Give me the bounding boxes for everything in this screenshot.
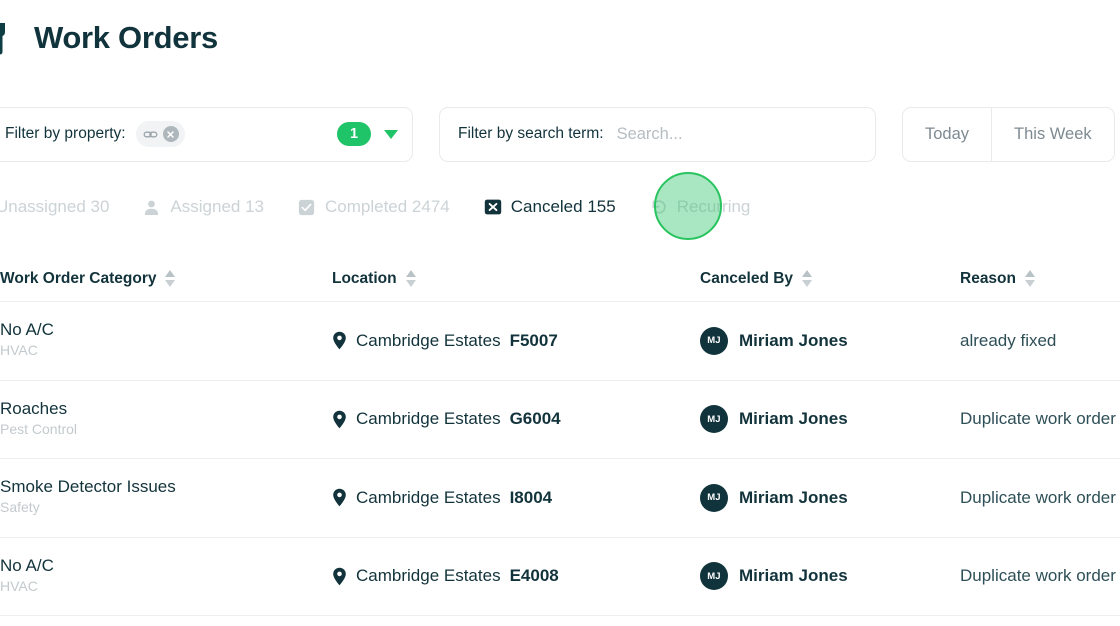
location-unit: I8004 [509,487,553,507]
map-pin-icon [332,331,347,350]
column-header-label: Work Order Category [0,269,157,287]
column-header-reason[interactable]: Reason [960,270,1120,288]
tab-assigned[interactable]: Assigned 13 [143,197,264,217]
map-pin-icon [332,567,347,586]
category-title: Roaches [0,398,68,418]
work-orders-table: Work Order Category Location Canceled By… [0,256,1120,616]
filter-bar: Filter by property: 1 Filter by search t… [0,106,1120,162]
canceled-by-name: Miriam Jones [739,409,848,429]
link-icon [143,127,158,142]
search-filter-label: Filter by search term: [458,125,604,142]
cell-canceled-by: MJ Miriam Jones [680,562,960,591]
sort-arrows-icon[interactable] [802,270,813,287]
column-header-label: Canceled By [700,269,794,287]
cell-canceled-by: MJ Miriam Jones [680,405,960,434]
cell-location: Cambridge Estates I8004 [316,488,680,508]
checkbox-checked-icon [298,198,317,217]
reason-text: Duplicate work order [960,409,1116,429]
cell-work-order-category: Smoke Detector Issues Safety [0,477,316,518]
avatar: MJ [700,405,728,434]
rotate-ccw-icon [650,198,669,217]
cell-location: Cambridge Estates E4008 [316,566,680,586]
avatar: MJ [700,483,728,512]
tab-unassigned-label: Unassigned 30 [0,197,110,216]
location-unit: G6004 [509,409,561,429]
x-square-icon [484,198,503,217]
tab-canceled-label: Canceled 155 [510,197,616,216]
category-subtitle: Pest Control [0,420,78,437]
sort-arrows-icon[interactable] [405,270,416,287]
category-title: Smoke Detector Issues [0,477,176,497]
column-header-label: Reason [960,269,1016,287]
tab-completed[interactable]: Completed 2474 [298,197,450,217]
cell-canceled-by: MJ Miriam Jones [680,326,960,355]
location-name: Cambridge Estates [356,409,501,429]
location-unit: E4008 [509,566,559,586]
table-row[interactable]: No A/C HVAC Cambridge Estates E4008 MJ M… [0,538,1120,616]
canceled-by-name: Miriam Jones [739,487,848,507]
work-orders-page: Work Orders Filter by property: 1 Filter… [0,0,1120,626]
cell-location: Cambridge Estates F5007 [316,331,680,351]
cell-work-order-category: No A/C HVAC [0,320,316,361]
column-header-label: Location [332,269,397,287]
category-subtitle: Safety [0,499,40,516]
map-pin-icon [332,410,347,429]
wrench-icon [0,21,22,55]
cell-canceled-by: MJ Miriam Jones [680,483,960,512]
column-header-location[interactable]: Location [316,270,680,288]
tab-unassigned[interactable]: Unassigned 30 [0,197,109,217]
column-header-work-order-category[interactable]: Work Order Category [0,270,316,288]
category-title: No A/C [0,555,54,575]
search-input[interactable] [616,107,857,161]
table-header-row: Work Order Category Location Canceled By… [0,256,1120,302]
today-button[interactable]: Today [903,108,991,161]
property-filter-chip[interactable] [135,121,185,147]
category-subtitle: HVAC [0,577,38,594]
search-filter[interactable]: Filter by search term: [439,106,876,162]
tab-recurring-label: Recurring [676,197,751,216]
sort-arrows-icon[interactable] [1025,270,1035,287]
cell-reason: Duplicate work order [960,409,1120,429]
this-week-button[interactable]: This Week [991,107,1114,161]
cell-reason: Duplicate work order [960,566,1120,586]
avatar: MJ [700,326,728,355]
cell-reason: Duplicate work order [960,488,1120,508]
column-header-canceled-by[interactable]: Canceled By [680,270,960,288]
tab-recurring[interactable]: Recurring [650,197,751,217]
cell-work-order-category: Roaches Pest Control [0,399,316,440]
location-name: Cambridge Estates [356,566,501,586]
tab-completed-label: Completed 2474 [325,197,450,216]
table-row[interactable]: Roaches Pest Control Cambridge Estates G6… [0,381,1120,459]
status-tabs: Unassigned 30 Assigned 13 Completed 2474 [0,188,750,226]
location-name: Cambridge Estates [356,487,501,507]
property-filter-count-badge: 1 [337,122,371,146]
location-unit: F5007 [509,330,558,350]
reason-text: already fixed [960,330,1057,350]
chip-remove-icon[interactable] [162,126,179,142]
category-subtitle: HVAC [0,342,38,359]
table-row[interactable]: Smoke Detector Issues Safety Cambridge E… [0,459,1120,538]
property-filter-label: Filter by property: [5,125,126,142]
location-name: Cambridge Estates [356,330,501,350]
date-range-button-group: Today This Week [902,106,1115,162]
sort-arrows-icon[interactable] [165,270,176,287]
cell-location: Cambridge Estates G6004 [316,409,680,429]
table-row[interactable]: No A/C HVAC Cambridge Estates F5007 MJ M… [0,302,1120,381]
tab-canceled[interactable]: Canceled 155 [484,197,616,217]
category-title: No A/C [0,320,54,340]
person-icon [143,198,162,217]
reason-text: Duplicate work order [960,487,1116,507]
tab-assigned-label: Assigned 13 [170,197,264,216]
canceled-by-name: Miriam Jones [739,566,848,586]
page-title: Work Orders [34,20,218,55]
reason-text: Duplicate work order [960,566,1116,586]
cell-work-order-category: No A/C HVAC [0,556,316,597]
property-filter[interactable]: Filter by property: 1 [0,106,413,162]
chevron-down-icon[interactable] [384,129,398,139]
cell-reason: already fixed [960,331,1120,351]
map-pin-icon [332,488,347,507]
canceled-by-name: Miriam Jones [739,330,848,350]
avatar: MJ [700,562,728,591]
page-header: Work Orders [0,20,218,56]
